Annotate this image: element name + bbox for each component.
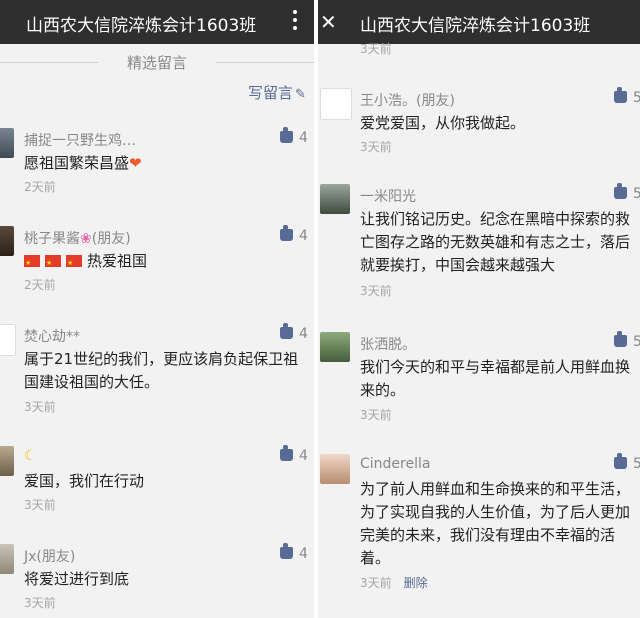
avatar[interactable]: [0, 128, 14, 158]
like-count: 5: [633, 186, 640, 202]
china-flag-icon: [66, 252, 82, 275]
like-button[interactable]: 5: [614, 453, 640, 472]
comment-time: 3天前: [24, 400, 56, 414]
avatar[interactable]: [320, 332, 350, 362]
comment-text: 属于21世纪的我们，更应该肩负起保卫祖国建设祖国的大任。: [24, 350, 299, 391]
avatar[interactable]: [0, 226, 14, 256]
thumbs-up-icon: [614, 183, 627, 199]
comment-time: 3天前: [360, 408, 392, 422]
china-flag-icon: [24, 252, 40, 275]
crescent-moon-emoji-icon: ☾: [24, 448, 37, 464]
close-icon[interactable]: ✕: [320, 10, 337, 34]
like-button[interactable]: 5: [614, 331, 640, 350]
avatar[interactable]: [320, 454, 350, 484]
comment-text: 将爱过进行到底: [24, 570, 130, 588]
right-screen: ✕ 山西农大信院淬炼会计1603班 3天前 王小浩。(朋友) 5 爱党爱国，从你…: [318, 0, 640, 618]
write-comment-button[interactable]: 写留言 ✎: [248, 82, 306, 103]
comment-time: 3天前: [24, 498, 56, 512]
comment-text: 愿祖国繁荣昌盛❤: [24, 152, 304, 175]
comment-time: 3天前: [360, 284, 392, 298]
like-button[interactable]: 4: [280, 445, 308, 464]
commenter-name-suffix: (朋友): [91, 231, 131, 247]
like-button[interactable]: 4: [280, 543, 308, 562]
page-title: 山西农大信院淬炼会计1603班: [26, 16, 257, 36]
commenter-name[interactable]: 张洒脱。: [360, 334, 416, 354]
commenter-name[interactable]: 焚心劫**: [24, 326, 80, 346]
left-screen: 山西农大信院淬炼会计1603班 精选留言 写留言 ✎ 捕捉一只野生鸡… 4 愿祖国…: [0, 0, 314, 618]
like-count: 4: [299, 448, 308, 464]
write-comment-label: 写留言: [248, 84, 294, 102]
flower-emoji-icon: ❀: [80, 231, 92, 247]
china-flag-icon: [45, 252, 61, 275]
like-button[interactable]: 5: [614, 183, 640, 202]
heart-emoji-icon: ❤: [129, 154, 142, 172]
more-menu-icon[interactable]: [292, 10, 298, 34]
comment-time: 3天前: [24, 596, 56, 610]
like-button[interactable]: 4: [280, 323, 308, 342]
thumbs-up-icon: [614, 87, 627, 103]
commenter-name[interactable]: 捕捉一只野生鸡…: [24, 130, 136, 150]
comment-time: 3天前: [360, 42, 392, 56]
comment-text: 热爱祖国: [24, 250, 304, 275]
title-bar: ✕ 山西农大信院淬炼会计1603班: [318, 0, 640, 44]
comment-text: 为了前人用鲜血和生命换来的和平生活，为了实现自我的人生价值，为了后人更加完美的未…: [360, 480, 631, 567]
avatar[interactable]: [0, 446, 14, 476]
comment-text: 我们今天的和平与幸福都是前人用鲜血换来的。: [360, 358, 631, 399]
comment-text-content: 热爱祖国: [87, 252, 148, 270]
comment-time: 3天前 删除: [360, 574, 428, 591]
like-count: 5: [633, 456, 640, 472]
thumbs-up-icon: [280, 445, 293, 461]
like-button[interactable]: 4: [280, 127, 308, 146]
commenter-name[interactable]: 王小浩。(朋友): [360, 90, 455, 110]
like-count: 4: [299, 130, 308, 146]
comment-time: 2天前: [24, 278, 56, 292]
commenter-name[interactable]: 一米阳光: [360, 186, 416, 206]
title-bar: 山西农大信院淬炼会计1603班: [0, 0, 314, 44]
thumbs-up-icon: [280, 543, 293, 559]
like-button[interactable]: 5: [614, 87, 640, 106]
split-screenshot: 山西农大信院淬炼会计1603班 精选留言 写留言 ✎ 捕捉一只野生鸡… 4 愿祖国…: [0, 0, 640, 618]
avatar[interactable]: [0, 324, 16, 356]
page-title: 山西农大信院淬炼会计1603班: [360, 16, 591, 36]
like-count: 4: [299, 546, 308, 562]
avatar[interactable]: [320, 88, 352, 120]
comment-time: 2天前: [24, 180, 56, 194]
avatar[interactable]: [0, 544, 14, 574]
section-header: 精选留言: [0, 44, 314, 80]
commenter-name[interactable]: Jx(朋友): [24, 546, 75, 566]
thumbs-up-icon: [280, 225, 293, 241]
commenter-name[interactable]: 桃子果酱❀(朋友): [24, 228, 131, 248]
like-count: 5: [633, 334, 640, 350]
thumbs-up-icon: [280, 323, 293, 339]
commenter-name[interactable]: Cinderella: [360, 456, 430, 472]
avatar[interactable]: [320, 184, 350, 214]
comment-text: 爱党爱国，从你我做起。: [360, 114, 526, 132]
like-count: 5: [633, 90, 640, 106]
thumbs-up-icon: [614, 331, 627, 347]
like-count: 4: [299, 326, 308, 342]
divider-right: [216, 62, 314, 63]
delete-link[interactable]: 删除: [404, 576, 428, 590]
like-button[interactable]: 4: [280, 225, 308, 244]
comment-text-content: 愿祖国繁荣昌盛: [24, 154, 130, 172]
thumbs-up-icon: [280, 127, 293, 143]
thumbs-up-icon: [614, 453, 627, 469]
comment-text: 让我们铭记历史。纪念在黑暗中探索的救亡图存之路的无数英雄和有志之士，落后就要挨打…: [360, 210, 631, 274]
pencil-icon: ✎: [295, 87, 306, 102]
commenter-name-text: 桃子果酱: [24, 231, 80, 247]
comment-text: 爱国，我们在行动: [24, 472, 145, 490]
comment-time: 3天前: [360, 140, 392, 154]
like-count: 4: [299, 228, 308, 244]
commenter-name[interactable]: ☾: [24, 448, 37, 464]
comment-time-text: 3天前: [360, 576, 392, 590]
